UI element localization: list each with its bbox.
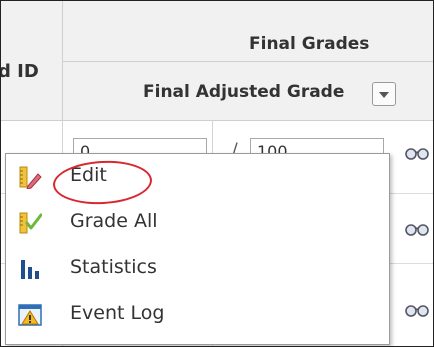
final-grades-group-header: Final Grades — [63, 1, 433, 62]
menu-item-grade-all[interactable]: Grade All — [6, 200, 389, 246]
menu-item-statistics[interactable]: Statistics — [6, 246, 389, 292]
gradebook-frame: d ID Final Grades Final Adjusted Grade 0… — [0, 0, 434, 347]
glasses-icon[interactable] — [405, 223, 429, 237]
final-adjusted-grade-column-header: Final Adjusted Grade — [63, 62, 433, 121]
menu-item-label: Grade All — [70, 210, 158, 232]
final-adjusted-grade-label: Final Adjusted Grade — [143, 82, 345, 102]
glasses-icon[interactable] — [405, 304, 429, 318]
final-grades-label: Final Grades — [249, 34, 370, 54]
column-menu-dropdown-icon[interactable] — [372, 82, 396, 106]
bar-chart-icon — [21, 260, 39, 279]
menu-item-event-log[interactable]: Event Log — [6, 292, 389, 338]
student-id-header-label: d ID — [0, 61, 39, 82]
menu-item-label: Statistics — [70, 256, 157, 278]
menu-item-label: Event Log — [70, 302, 165, 324]
checkmark-ruler-icon — [19, 212, 42, 234]
warning-window-icon — [18, 304, 42, 326]
student-id-column-header[interactable]: d ID — [1, 1, 63, 121]
glasses-icon[interactable] — [405, 147, 429, 161]
pencil-ruler-icon — [19, 166, 42, 189]
